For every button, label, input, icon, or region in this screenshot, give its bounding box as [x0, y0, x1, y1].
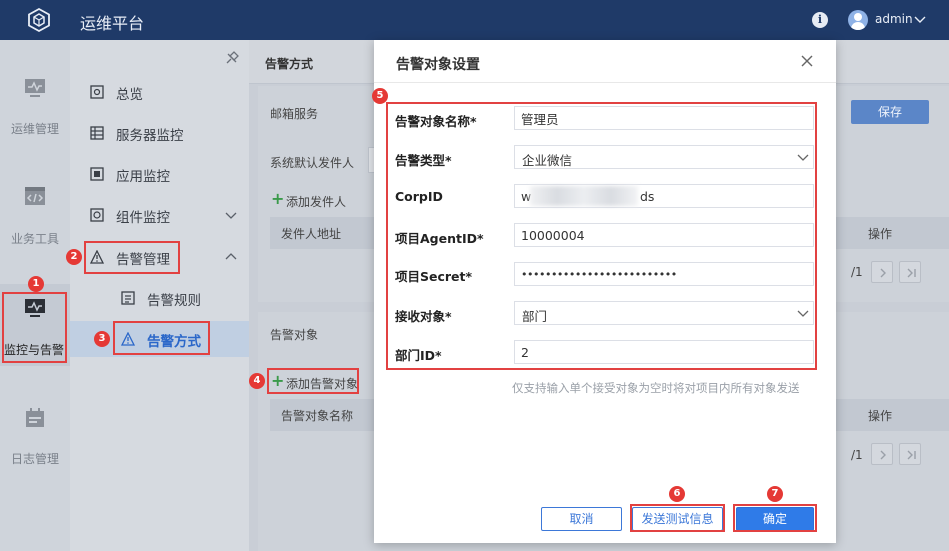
sidebar-item-app[interactable]: 应用监控: [70, 156, 249, 192]
step-badge: 6: [669, 486, 685, 502]
chevron-down-icon[interactable]: [914, 13, 926, 25]
component-icon: [90, 208, 104, 222]
sidebar-item-alert-rules[interactable]: 告警规则: [70, 280, 249, 316]
step-badge: 4: [249, 373, 265, 389]
sidebar-item-component[interactable]: 组件监控: [70, 197, 249, 233]
step-badge: 2: [66, 249, 82, 265]
next-page-button[interactable]: [871, 261, 893, 283]
save-button[interactable]: 保存: [851, 100, 929, 124]
annotation-box: [386, 102, 817, 370]
pager-total: /1: [851, 265, 863, 279]
rail-item-logs[interactable]: 日志管理: [0, 408, 70, 488]
info-icon[interactable]: i: [812, 12, 828, 28]
top-bar: 运维平台 i admin: [0, 0, 949, 40]
page-title: 告警方式: [265, 57, 314, 71]
app-icon: [90, 167, 104, 181]
annotation-box: [2, 292, 67, 363]
add-sender-link[interactable]: 添加发件人: [286, 193, 346, 210]
column-header: 操作: [868, 409, 893, 423]
annotation-box: [267, 368, 359, 394]
section-title: 告警对象: [270, 328, 319, 342]
pager-total: /1: [851, 448, 863, 462]
column-header: 操作: [868, 227, 893, 241]
server-icon: [90, 126, 104, 140]
avatar[interactable]: [848, 10, 868, 30]
last-page-button[interactable]: [899, 443, 921, 465]
divider: [374, 82, 836, 83]
annotation-box: [113, 321, 210, 355]
last-page-button[interactable]: [899, 261, 921, 283]
rail-item-ops[interactable]: 运维管理: [0, 78, 70, 158]
receiver-hint: 仅支持输入单个接受对象为空时将对项目内所有对象发送: [512, 381, 800, 395]
rail-label: 业务工具: [10, 232, 59, 246]
section-title: 邮箱服务: [270, 107, 319, 121]
rules-icon: [121, 291, 135, 305]
field-label: 系统默认发件人: [270, 156, 355, 170]
column-header: 发件人地址: [281, 227, 342, 241]
monitor-icon: [25, 79, 45, 97]
app-title: 运维平台: [80, 14, 145, 33]
dashboard-icon: [90, 85, 104, 99]
calendar-icon: [26, 408, 44, 427]
plus-icon: +: [271, 189, 285, 208]
sidebar-item-label: 组件监控: [116, 210, 170, 226]
annotation-box: [84, 241, 180, 274]
cube-logo-icon[interactable]: [26, 7, 52, 33]
chevron-up-icon: [225, 253, 237, 260]
user-name[interactable]: admin: [875, 12, 913, 26]
code-icon: [25, 187, 45, 205]
rail-label: 日志管理: [10, 452, 59, 466]
step-badge: 7: [767, 486, 783, 502]
pin-icon[interactable]: [225, 51, 239, 65]
sidebar-item-label: 总览: [116, 87, 143, 103]
step-badge: 3: [94, 331, 110, 347]
rail-item-tools[interactable]: 业务工具: [0, 186, 70, 266]
cancel-button[interactable]: 取消: [541, 507, 622, 531]
close-icon[interactable]: [800, 54, 814, 68]
column-header: 告警对象名称: [281, 409, 354, 423]
sidebar-item-label: 服务器监控: [116, 128, 184, 144]
rail-label: 运维管理: [10, 122, 59, 136]
next-page-button[interactable]: [871, 443, 893, 465]
annotation-box: [733, 504, 817, 532]
sidebar-item-server[interactable]: 服务器监控: [70, 115, 249, 151]
sidebar-item-label: 应用监控: [116, 169, 170, 185]
dialog-title: 告警对象设置: [396, 57, 480, 73]
chevron-down-icon: [225, 212, 237, 219]
sidebar-item-label: 告警规则: [147, 293, 201, 309]
step-badge: 5: [372, 88, 388, 104]
sidebar-item-overview[interactable]: 总览: [70, 74, 249, 110]
annotation-box: [630, 504, 725, 532]
step-badge: 1: [28, 276, 44, 292]
